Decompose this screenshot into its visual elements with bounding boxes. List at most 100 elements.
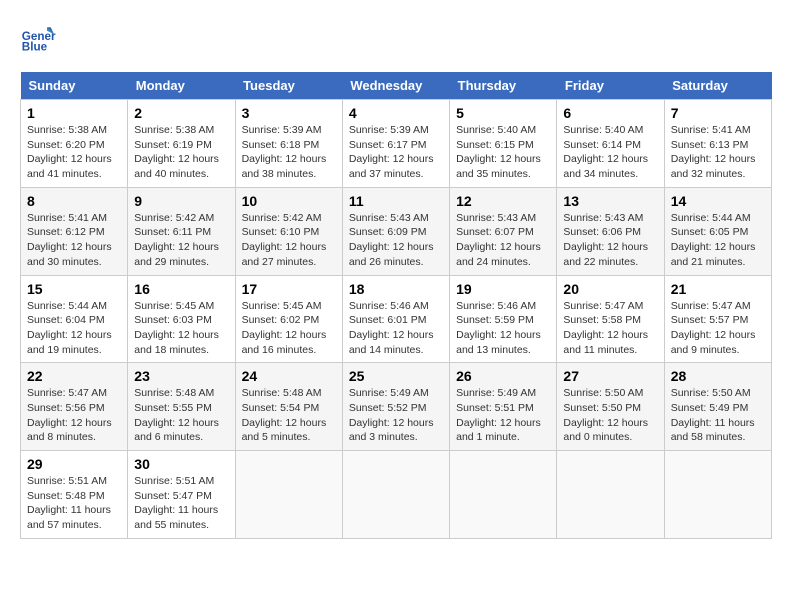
day-number: 7: [671, 105, 765, 121]
day-info: Sunrise: 5:47 AMSunset: 5:57 PMDaylight:…: [671, 299, 765, 358]
day-number: 9: [134, 193, 228, 209]
weekday-header-monday: Monday: [128, 72, 235, 100]
day-info: Sunrise: 5:47 AMSunset: 5:56 PMDaylight:…: [27, 386, 121, 445]
calendar-week-1: 1 Sunrise: 5:38 AMSunset: 6:20 PMDayligh…: [21, 100, 772, 188]
day-number: 28: [671, 368, 765, 384]
day-number: 23: [134, 368, 228, 384]
day-number: 2: [134, 105, 228, 121]
calendar-cell: [557, 451, 664, 539]
calendar-cell: 4 Sunrise: 5:39 AMSunset: 6:17 PMDayligh…: [342, 100, 449, 188]
day-info: Sunrise: 5:41 AMSunset: 6:12 PMDaylight:…: [27, 211, 121, 270]
weekday-header-friday: Friday: [557, 72, 664, 100]
day-number: 15: [27, 281, 121, 297]
day-info: Sunrise: 5:49 AMSunset: 5:51 PMDaylight:…: [456, 386, 550, 445]
calendar-cell: 26 Sunrise: 5:49 AMSunset: 5:51 PMDaylig…: [450, 363, 557, 451]
day-number: 21: [671, 281, 765, 297]
calendar-cell: 16 Sunrise: 5:45 AMSunset: 6:03 PMDaylig…: [128, 275, 235, 363]
calendar-week-2: 8 Sunrise: 5:41 AMSunset: 6:12 PMDayligh…: [21, 187, 772, 275]
calendar-body: 1 Sunrise: 5:38 AMSunset: 6:20 PMDayligh…: [21, 100, 772, 539]
logo-icon: General Blue: [20, 20, 56, 56]
weekday-header-tuesday: Tuesday: [235, 72, 342, 100]
day-number: 22: [27, 368, 121, 384]
day-info: Sunrise: 5:51 AMSunset: 5:47 PMDaylight:…: [134, 474, 228, 533]
calendar-cell: 9 Sunrise: 5:42 AMSunset: 6:11 PMDayligh…: [128, 187, 235, 275]
day-number: 10: [242, 193, 336, 209]
day-info: Sunrise: 5:46 AMSunset: 6:01 PMDaylight:…: [349, 299, 443, 358]
day-info: Sunrise: 5:40 AMSunset: 6:15 PMDaylight:…: [456, 123, 550, 182]
calendar-cell: 24 Sunrise: 5:48 AMSunset: 5:54 PMDaylig…: [235, 363, 342, 451]
calendar-table: SundayMondayTuesdayWednesdayThursdayFrid…: [20, 72, 772, 539]
calendar-cell: 22 Sunrise: 5:47 AMSunset: 5:56 PMDaylig…: [21, 363, 128, 451]
logo: General Blue: [20, 20, 56, 56]
calendar-cell: 21 Sunrise: 5:47 AMSunset: 5:57 PMDaylig…: [664, 275, 771, 363]
calendar-week-3: 15 Sunrise: 5:44 AMSunset: 6:04 PMDaylig…: [21, 275, 772, 363]
calendar-cell: 15 Sunrise: 5:44 AMSunset: 6:04 PMDaylig…: [21, 275, 128, 363]
day-number: 1: [27, 105, 121, 121]
day-number: 4: [349, 105, 443, 121]
day-number: 8: [27, 193, 121, 209]
day-number: 25: [349, 368, 443, 384]
day-info: Sunrise: 5:49 AMSunset: 5:52 PMDaylight:…: [349, 386, 443, 445]
day-number: 5: [456, 105, 550, 121]
day-number: 14: [671, 193, 765, 209]
calendar-cell: 23 Sunrise: 5:48 AMSunset: 5:55 PMDaylig…: [128, 363, 235, 451]
day-info: Sunrise: 5:41 AMSunset: 6:13 PMDaylight:…: [671, 123, 765, 182]
day-info: Sunrise: 5:50 AMSunset: 5:50 PMDaylight:…: [563, 386, 657, 445]
weekday-header-saturday: Saturday: [664, 72, 771, 100]
day-info: Sunrise: 5:45 AMSunset: 6:03 PMDaylight:…: [134, 299, 228, 358]
day-info: Sunrise: 5:39 AMSunset: 6:17 PMDaylight:…: [349, 123, 443, 182]
calendar-cell: 6 Sunrise: 5:40 AMSunset: 6:14 PMDayligh…: [557, 100, 664, 188]
day-info: Sunrise: 5:45 AMSunset: 6:02 PMDaylight:…: [242, 299, 336, 358]
day-number: 3: [242, 105, 336, 121]
calendar-cell: 7 Sunrise: 5:41 AMSunset: 6:13 PMDayligh…: [664, 100, 771, 188]
day-number: 17: [242, 281, 336, 297]
calendar-week-4: 22 Sunrise: 5:47 AMSunset: 5:56 PMDaylig…: [21, 363, 772, 451]
day-number: 24: [242, 368, 336, 384]
day-info: Sunrise: 5:43 AMSunset: 6:07 PMDaylight:…: [456, 211, 550, 270]
calendar-cell: 5 Sunrise: 5:40 AMSunset: 6:15 PMDayligh…: [450, 100, 557, 188]
weekday-header-row: SundayMondayTuesdayWednesdayThursdayFrid…: [21, 72, 772, 100]
calendar-cell: 17 Sunrise: 5:45 AMSunset: 6:02 PMDaylig…: [235, 275, 342, 363]
day-number: 6: [563, 105, 657, 121]
calendar-cell: 25 Sunrise: 5:49 AMSunset: 5:52 PMDaylig…: [342, 363, 449, 451]
calendar-cell: 13 Sunrise: 5:43 AMSunset: 6:06 PMDaylig…: [557, 187, 664, 275]
calendar-cell: [664, 451, 771, 539]
calendar-cell: 1 Sunrise: 5:38 AMSunset: 6:20 PMDayligh…: [21, 100, 128, 188]
day-info: Sunrise: 5:39 AMSunset: 6:18 PMDaylight:…: [242, 123, 336, 182]
calendar-cell: 30 Sunrise: 5:51 AMSunset: 5:47 PMDaylig…: [128, 451, 235, 539]
calendar-cell: 12 Sunrise: 5:43 AMSunset: 6:07 PMDaylig…: [450, 187, 557, 275]
calendar-cell: 28 Sunrise: 5:50 AMSunset: 5:49 PMDaylig…: [664, 363, 771, 451]
calendar-cell: [450, 451, 557, 539]
calendar-cell: 2 Sunrise: 5:38 AMSunset: 6:19 PMDayligh…: [128, 100, 235, 188]
weekday-header-wednesday: Wednesday: [342, 72, 449, 100]
calendar-header: SundayMondayTuesdayWednesdayThursdayFrid…: [21, 72, 772, 100]
day-info: Sunrise: 5:42 AMSunset: 6:11 PMDaylight:…: [134, 211, 228, 270]
day-info: Sunrise: 5:43 AMSunset: 6:06 PMDaylight:…: [563, 211, 657, 270]
day-info: Sunrise: 5:50 AMSunset: 5:49 PMDaylight:…: [671, 386, 765, 445]
day-number: 26: [456, 368, 550, 384]
svg-text:Blue: Blue: [22, 41, 48, 54]
day-info: Sunrise: 5:51 AMSunset: 5:48 PMDaylight:…: [27, 474, 121, 533]
day-info: Sunrise: 5:42 AMSunset: 6:10 PMDaylight:…: [242, 211, 336, 270]
calendar-cell: 14 Sunrise: 5:44 AMSunset: 6:05 PMDaylig…: [664, 187, 771, 275]
day-number: 12: [456, 193, 550, 209]
day-info: Sunrise: 5:44 AMSunset: 6:04 PMDaylight:…: [27, 299, 121, 358]
day-info: Sunrise: 5:38 AMSunset: 6:19 PMDaylight:…: [134, 123, 228, 182]
calendar-week-5: 29 Sunrise: 5:51 AMSunset: 5:48 PMDaylig…: [21, 451, 772, 539]
day-info: Sunrise: 5:43 AMSunset: 6:09 PMDaylight:…: [349, 211, 443, 270]
calendar-cell: 18 Sunrise: 5:46 AMSunset: 6:01 PMDaylig…: [342, 275, 449, 363]
day-info: Sunrise: 5:40 AMSunset: 6:14 PMDaylight:…: [563, 123, 657, 182]
calendar-cell: 29 Sunrise: 5:51 AMSunset: 5:48 PMDaylig…: [21, 451, 128, 539]
day-number: 29: [27, 456, 121, 472]
day-number: 16: [134, 281, 228, 297]
day-number: 18: [349, 281, 443, 297]
page-header: General Blue: [20, 20, 772, 56]
day-number: 19: [456, 281, 550, 297]
calendar-cell: 20 Sunrise: 5:47 AMSunset: 5:58 PMDaylig…: [557, 275, 664, 363]
day-number: 11: [349, 193, 443, 209]
day-number: 27: [563, 368, 657, 384]
weekday-header-sunday: Sunday: [21, 72, 128, 100]
day-info: Sunrise: 5:44 AMSunset: 6:05 PMDaylight:…: [671, 211, 765, 270]
day-number: 13: [563, 193, 657, 209]
day-info: Sunrise: 5:46 AMSunset: 5:59 PMDaylight:…: [456, 299, 550, 358]
